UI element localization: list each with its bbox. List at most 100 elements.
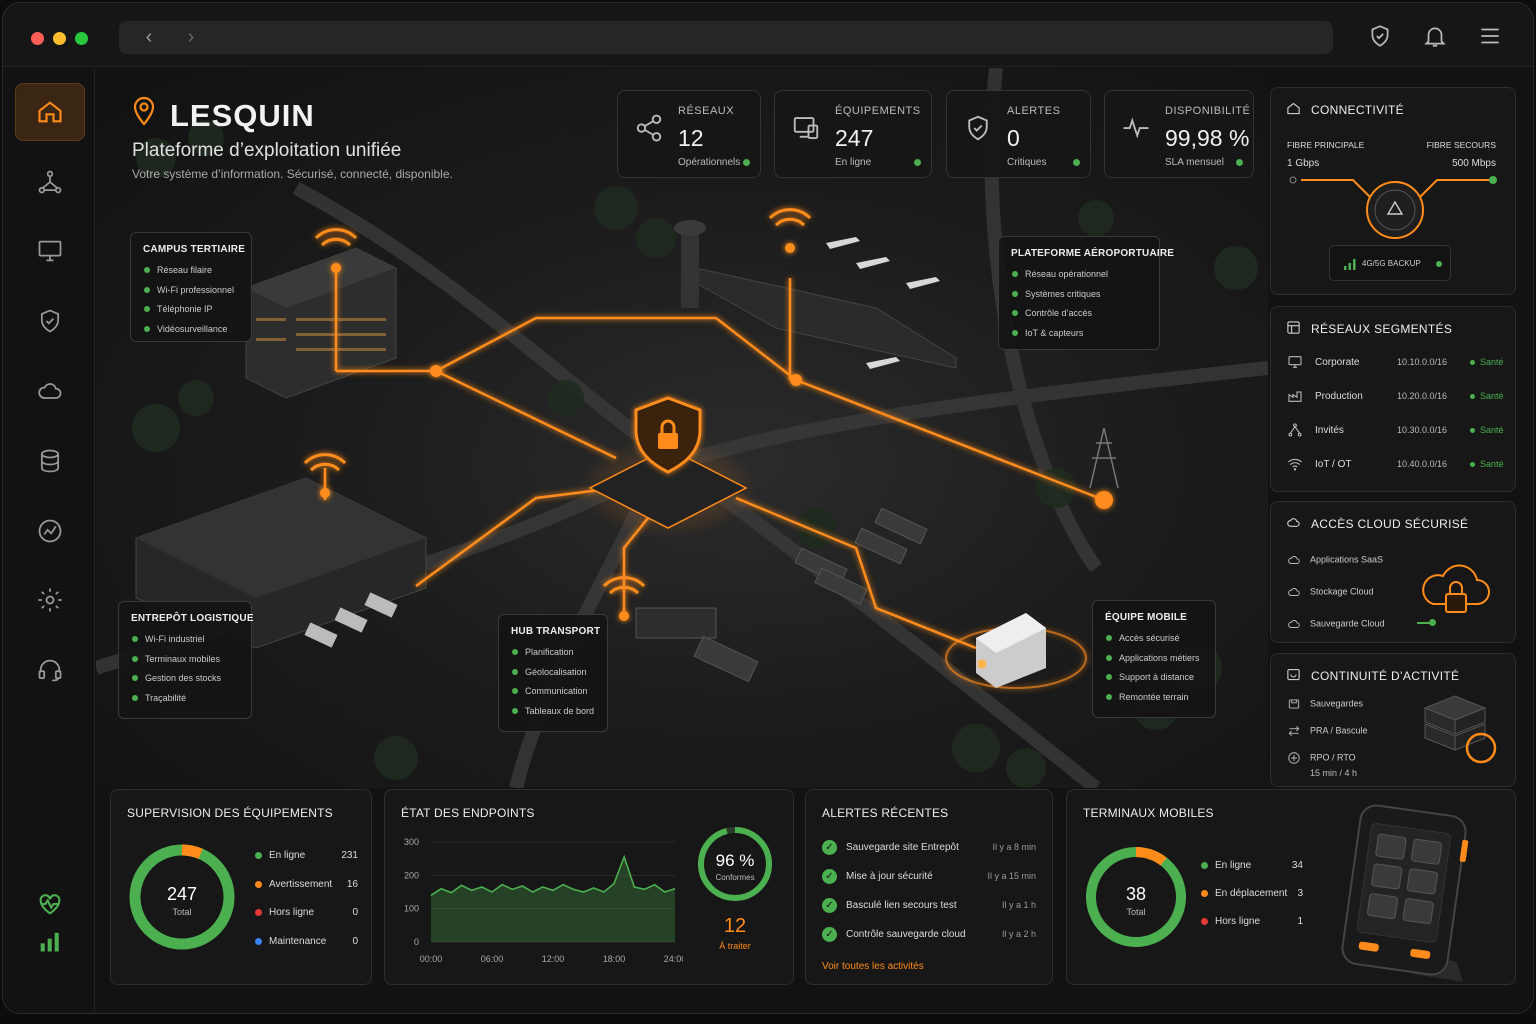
kpi-availability[interactable]: DISPONIBILITÉ 99,98 % SLA mensuel xyxy=(1104,90,1254,178)
guest-network-icon xyxy=(1288,423,1302,437)
segment-row[interactable]: Corporate 10.10.0.0/16 Santé xyxy=(1287,354,1504,374)
location-warehouse[interactable]: ENTREPÔT LOGISTIQUE Wi-Fi industriel Ter… xyxy=(118,601,254,719)
kpi-sub: Critiques xyxy=(1007,157,1047,168)
kpi-value: 0 xyxy=(1007,125,1020,151)
alert-row[interactable]: ✓ Basculé lien secours test Il y a 1 h xyxy=(822,898,1036,914)
kpi-equipment[interactable]: ÉQUIPEMENTS 247 En ligne xyxy=(774,90,932,178)
location-mobile-team[interactable]: ÉQUIPE MOBILE Accès sécurisé Application… xyxy=(1092,600,1216,718)
kpi-value: 12 xyxy=(678,125,704,151)
x-tick-label: 06:00 xyxy=(481,954,504,964)
continuity-item[interactable]: RPO / RTO xyxy=(1287,751,1356,765)
backup-fiber-value: 500 Mbps xyxy=(1452,158,1496,169)
cloud-icon[interactable] xyxy=(15,362,85,420)
compliance-label: Conformes xyxy=(715,873,755,882)
legend-item: Maintenance 0 xyxy=(255,936,358,947)
business-continuity-panel[interactable]: CONTINUITÉ D’ACTIVITÉ Sauvegardes PRA / … xyxy=(1270,653,1516,787)
location-title: HUB TRANSPORT xyxy=(511,626,601,637)
x-tick-label: 12:00 xyxy=(542,954,565,964)
stats-bars-icon[interactable] xyxy=(15,924,85,958)
y-tick-label: 0 xyxy=(414,937,419,947)
primary-fiber-value: 1 Gbps xyxy=(1287,158,1320,169)
panel-title: ALERTES RÉCENTES xyxy=(822,806,949,820)
legend-item: Hors ligne 1 xyxy=(1201,916,1303,927)
cloud-item[interactable]: Sauvegarde Cloud xyxy=(1287,617,1385,631)
maximize-window-button[interactable] xyxy=(75,32,88,45)
back-button[interactable]: ‹ xyxy=(129,21,169,54)
location-item: Vidéosurveillance xyxy=(143,324,239,344)
primary-fiber-label: FIBRE PRINCIPALE xyxy=(1287,140,1365,150)
location-item: Planification xyxy=(511,647,595,667)
endpoints-area-chart: 300 200 100 000:00 06:00 12:00 18:00 24:00 xyxy=(404,837,683,964)
alert-row[interactable]: ✓ Contrôle sauvegarde cloud Il y a 2 h xyxy=(822,927,1036,943)
location-campus[interactable]: CAMPUS TERTIAIRE Réseau filaire Wi-Fi pr… xyxy=(130,232,252,342)
legend-item: En ligne 34 xyxy=(1201,860,1303,871)
cloud-icon xyxy=(1288,588,1300,596)
segment-row[interactable]: Invités 10.30.0.0/16 Santé xyxy=(1287,422,1504,442)
segment-row[interactable]: IoT / OT 10.40.0.0/16 Santé xyxy=(1287,456,1504,476)
settings-icon[interactable] xyxy=(15,571,85,629)
support-icon[interactable] xyxy=(15,641,85,699)
health-pulse-icon[interactable] xyxy=(15,889,85,919)
location-item: Support à distance xyxy=(1105,672,1203,692)
status-dot xyxy=(743,159,750,166)
segment-row[interactable]: Production 10.20.0.0/16 Santé xyxy=(1287,388,1504,408)
kpi-sub: Opérationnels xyxy=(678,157,741,168)
segmented-networks-panel[interactable]: RÉSEAUX SEGMENTÉS Corporate 10.10.0.0/16 S… xyxy=(1270,306,1516,492)
connectivity-panel[interactable]: CONNECTIVITÉ FIBRE PRINCIPALE 1 Gbps FIB… xyxy=(1270,87,1516,295)
location-item: Systèmes critiques xyxy=(1011,289,1147,309)
network-icon[interactable] xyxy=(15,153,85,211)
rugged-handheld-icon xyxy=(1341,804,1469,982)
monitor-icon[interactable] xyxy=(15,222,85,280)
minimize-window-button[interactable] xyxy=(53,32,66,45)
kpi-sub: En ligne xyxy=(835,157,872,168)
shield-check-icon xyxy=(968,115,988,141)
kpi-networks[interactable]: RÉSEAUX 12 Opérationnels xyxy=(617,90,761,178)
notification-bell-icon[interactable] xyxy=(1422,23,1450,51)
check-icon: ✓ xyxy=(822,898,837,913)
location-airport[interactable]: PLATEFORME AÉROPORTUAIRE Réseau opératio… xyxy=(998,236,1174,350)
x-tick-label: 18:00 xyxy=(603,954,626,964)
kpi-value: 99,98 % xyxy=(1165,125,1250,151)
secure-cloud-panel[interactable]: ACCÈS CLOUD SÉCURISÉ Applications SaaS S… xyxy=(1270,501,1516,643)
devices-icon xyxy=(793,117,819,139)
server-restore-icon xyxy=(1423,695,1497,764)
status-dot xyxy=(1436,261,1442,267)
factory-icon xyxy=(1288,391,1302,402)
connectivity-diagram xyxy=(1289,176,1497,239)
home-icon[interactable] xyxy=(15,83,85,141)
legend-item: En ligne 231 xyxy=(255,850,358,861)
central-security-hub xyxy=(578,396,758,538)
page-title: LESQUIN xyxy=(170,98,315,133)
forward-button[interactable]: › xyxy=(171,21,211,54)
location-item: Applications métiers xyxy=(1105,653,1203,673)
series-area xyxy=(431,857,675,942)
cloud-item[interactable]: Applications SaaS xyxy=(1287,553,1383,567)
endpoints-panel[interactable]: ÉTAT DES ENDPOINTS 300 200 100 0 00:00 06:00 1… xyxy=(384,789,794,985)
mobile-terminals-panel[interactable]: TERMINAUX MOBILES 38 Total En ligne 34 En… xyxy=(1066,789,1516,985)
location-item: Géolocalisation xyxy=(511,667,595,687)
status-dot xyxy=(914,159,921,166)
menu-icon[interactable] xyxy=(1477,23,1505,51)
address-bar[interactable]: ‹ › xyxy=(119,21,1333,54)
location-item: Gestion des stocks xyxy=(131,673,239,693)
check-icon: ✓ xyxy=(822,869,837,884)
database-icon[interactable] xyxy=(15,432,85,490)
continuity-item[interactable]: Sauvegardes xyxy=(1287,697,1363,711)
failover-icon xyxy=(1288,726,1300,736)
kpi-alerts[interactable]: ALERTES 0 Critiques xyxy=(946,90,1091,178)
close-window-button[interactable] xyxy=(31,32,44,45)
view-all-activities-link[interactable]: Voir toutes les activités xyxy=(822,961,924,972)
alert-row[interactable]: ✓ Mise à jour sécurité Il y a 15 min xyxy=(822,869,1036,885)
location-hub[interactable]: HUB TRANSPORT Planification Géolocalisat… xyxy=(498,614,608,732)
location-item: Wi-Fi industriel xyxy=(131,634,239,654)
recent-alerts-panel[interactable]: ALERTES RÉCENTES ✓ Sauvegarde site Entrep… xyxy=(805,789,1053,985)
location-item: Terminaux mobiles xyxy=(131,654,239,674)
continuity-item[interactable]: PRA / Bascule xyxy=(1287,724,1368,738)
equipment-supervision-panel[interactable]: SUPERVISION DES ÉQUIPEMENTS 247 Total En… xyxy=(110,789,372,985)
alert-row[interactable]: ✓ Sauvegarde site Entrepôt Il y a 8 min xyxy=(822,840,1036,856)
analytics-icon[interactable] xyxy=(15,502,85,560)
security-shield-icon[interactable] xyxy=(1367,23,1395,51)
cloud-item[interactable]: Stockage Cloud xyxy=(1287,585,1374,599)
shield-icon[interactable] xyxy=(15,292,85,350)
todo-count: 12 xyxy=(723,915,747,937)
